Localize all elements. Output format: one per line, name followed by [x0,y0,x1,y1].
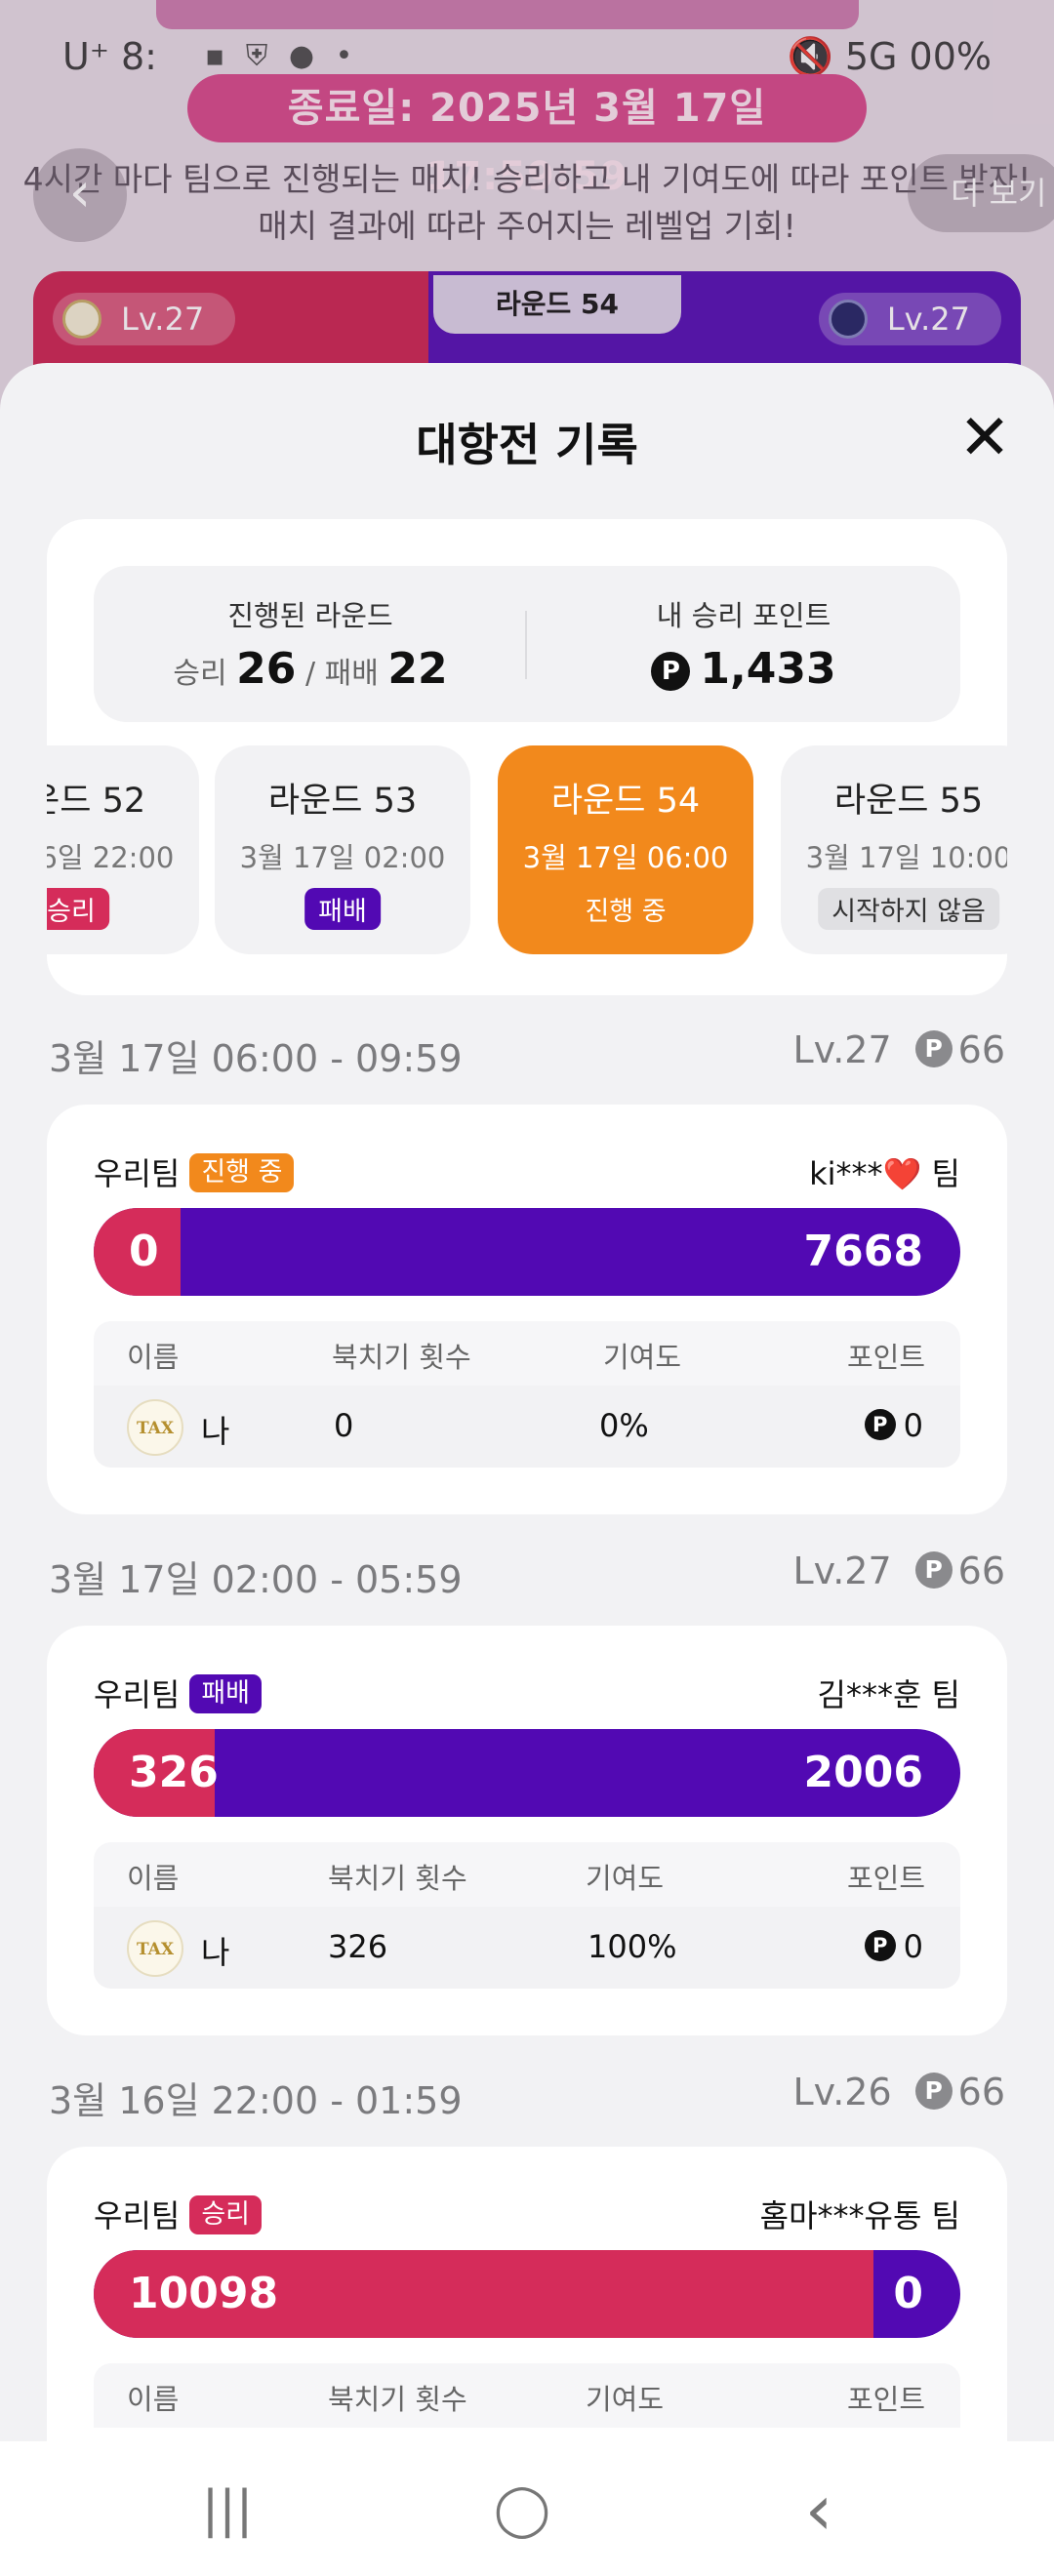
point-coin-icon: P [651,651,691,691]
match-header: 3월 16일 22:00 - 01:59 Lv.26 P 66 [49,2071,1005,2129]
close-button[interactable]: ✕ [949,404,1021,476]
score-bar: 0 7668 [94,1208,960,1296]
contribution-table: 이름 북치기 횟수 기여도 포인트 TAX 나 0 0% P0 [94,1321,960,1468]
sheet-title: 대항전 기록 [416,419,638,471]
my-team-label: 우리팀 [94,1676,181,1713]
loss-count: 22 [387,644,448,694]
col-hits: 북치기 횟수 [328,1862,467,1895]
round-selector[interactable]: 라운드 52 3월 16일 22:00 승리 라운드 53 3월 17일 02:… [47,745,1007,954]
match-level-points: 66 [957,1028,1005,1071]
table-row: TAX 나 326 100% P0 [94,1907,960,1989]
contribution-value: 0% [599,1407,649,1444]
opponent-team-label: ki***❤️ 팀 [809,1155,960,1192]
col-name: 이름 [127,1862,180,1895]
match-level-points: 66 [957,1550,1005,1592]
match-time-range: 3월 17일 02:00 - 05:59 [49,1558,463,1601]
background-page: U⁺ 8: ▪ ⛨ ● • 🔇 5G 00% 종료일: 2025년 3월 17일… [0,0,1054,410]
points-earned: 0 [903,1928,923,1965]
summary-card: 진행된 라운드 승리 26 / 패배 22 내 승리 포인트 P1,433 라운… [47,519,1007,995]
col-name: 이름 [127,2383,180,2416]
opponent-team-label: 홈마***유통 팀 [759,2197,960,2234]
round-chip-52[interactable]: 라운드 52 3월 16일 22:00 승리 [47,745,199,954]
status-badge: 시작하지 않음 [818,888,999,930]
my-score: 326 [129,1748,219,1797]
player-name: 나 [201,1934,230,1971]
hit-count: 326 [328,1928,388,1965]
match-card: 우리팀 진행 중 ki***❤️ 팀 0 7668 이름 북치기 횟수 기여도 포… [47,1105,1007,1514]
match-history-sheet: 대항전 기록 ✕ 진행된 라운드 승리 26 / 패배 22 내 승리 포인트 … [0,363,1054,2441]
score-bar: 326 2006 [94,1729,960,1817]
round-chip-55[interactable]: 라운드 55 3월 17일 10:00 시작하지 않음 [781,745,1007,954]
my-team-label: 우리팀 [94,1155,181,1192]
col-contribution: 기여도 [586,2383,665,2416]
my-score: 0 [129,1227,159,1276]
col-name: 이름 [127,1341,180,1374]
points-earned: 0 [903,1407,923,1444]
recent-apps-icon: ||| [201,2480,254,2539]
my-score: 10098 [129,2269,279,2318]
score-bar: 10098 0 [94,2250,960,2338]
table-row: TAX 나 0 0% P0 [94,1386,960,1468]
scrim[interactable] [0,0,1054,410]
col-points: 포인트 [846,2383,925,2416]
opponent-score: 7668 [803,1227,923,1276]
match-header: 3월 17일 02:00 - 05:59 Lv.27 P 66 [49,1550,1005,1608]
status-badge: 승리 [47,888,109,930]
recent-apps-button[interactable]: ||| [183,2471,271,2549]
rounds-played-label: 진행된 라운드 [227,599,393,632]
col-points: 포인트 [846,1341,925,1374]
opponent-score: 2006 [803,1748,923,1797]
match-card: 우리팀 승리 홈마***유통 팀 10098 0 이름 북치기 횟수 기여도 포인… [47,2147,1007,2441]
close-icon: ✕ [958,402,1011,474]
match-level: Lv.27 [792,1028,892,1071]
point-coin-icon: P [914,1550,953,1589]
win-loss-record: 승리 26 / 패배 22 [173,644,448,694]
back-icon: ‹ [804,2469,833,2551]
point-coin-icon: P [864,1409,896,1440]
contribution-value: 100% [588,1928,677,1965]
status-badge: 패배 [304,888,381,930]
stats-box: 진행된 라운드 승리 26 / 패배 22 내 승리 포인트 P 1,433 [94,566,960,722]
status-badge: 패배 [189,1674,263,1713]
contribution-table: 이름 북치기 횟수 기여도 포인트 TAX 나 326 100% P0 [94,1842,960,1989]
status-badge: 진행 중 [585,897,667,927]
match-level: Lv.26 [792,2071,892,2113]
opponent-score: 0 [893,2269,923,2318]
rounds-played-stat: 진행된 라운드 승리 26 / 패배 22 [94,566,527,722]
col-points: 포인트 [846,1862,925,1895]
avatar: TAX [127,1399,183,1456]
match-time-range: 3월 16일 22:00 - 01:59 [49,2079,463,2122]
match-level: Lv.27 [792,1550,892,1592]
col-contribution: 기여도 [586,1862,665,1895]
round-chip-54[interactable]: 라운드 54 3월 17일 06:00 진행 중 [498,745,753,954]
status-badge: 진행 중 [189,1153,295,1192]
home-button[interactable]: ◯ [478,2471,566,2549]
point-coin-icon: P [914,2072,953,2110]
match-card: 우리팀 패배 김***훈 팀 326 2006 이름 북치기 횟수 기여도 포인트… [47,1626,1007,2035]
col-hits: 북치기 횟수 [332,1341,471,1374]
match-time-range: 3월 17일 06:00 - 09:59 [49,1037,463,1080]
my-team-label: 우리팀 [94,2197,181,2234]
contribution-table: 이름 북치기 횟수 기여도 포인트 [94,2363,960,2441]
match-level-points: 66 [957,2071,1005,2113]
points-stat: 내 승리 포인트 P 1,433 [527,566,960,722]
col-contribution: 기여도 [603,1341,682,1374]
col-hits: 북치기 횟수 [328,2383,467,2416]
match-header: 3월 17일 06:00 - 09:59 Lv.27 P 66 [49,1028,1005,1087]
points-value: 1,433 [700,644,836,694]
round-chip-53[interactable]: 라운드 53 3월 17일 02:00 패배 [215,745,470,954]
avatar: TAX [127,1920,183,1977]
system-nav-bar: ||| ◯ ‹ [0,2441,1054,2576]
player-name: 나 [201,1413,230,1450]
point-coin-icon: P [864,1930,896,1961]
point-coin-icon: P [914,1029,953,1067]
points-label: 내 승리 포인트 [656,599,831,632]
opponent-team-label: 김***훈 팀 [817,1676,961,1713]
home-icon: ◯ [493,2480,551,2539]
hit-count: 0 [334,1407,354,1444]
back-nav-button[interactable]: ‹ [775,2471,863,2549]
status-badge: 승리 [189,2195,263,2234]
win-count: 26 [236,644,297,694]
